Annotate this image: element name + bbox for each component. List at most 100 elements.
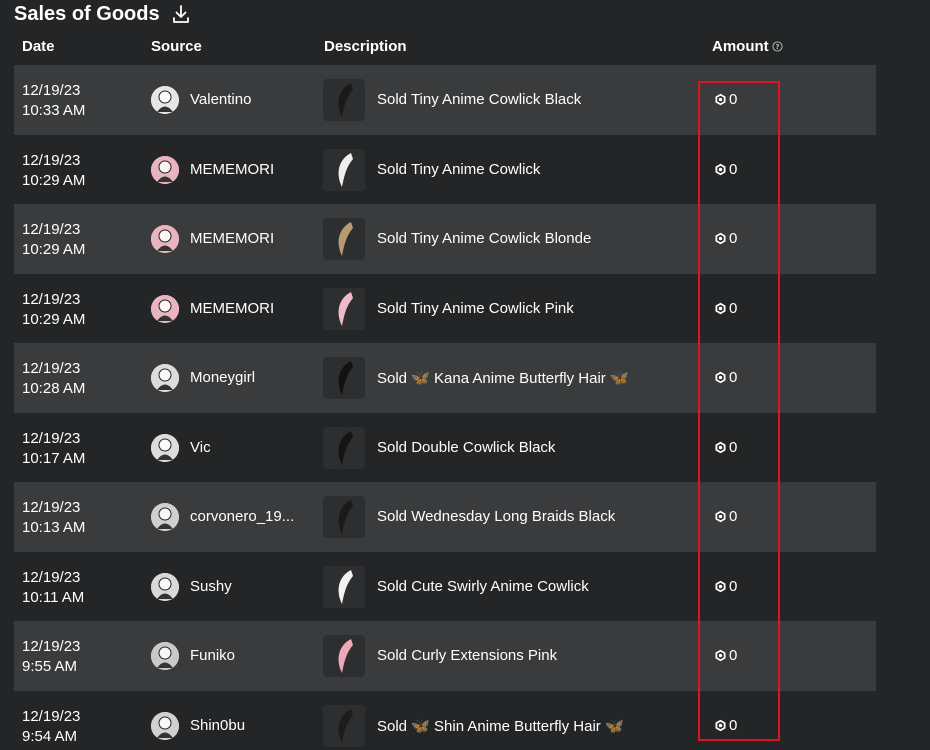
- sale-date: 12/19/23 10:13 AM: [22, 498, 85, 538]
- item-name-link[interactable]: Tiny Anime Cowlick Blonde: [411, 230, 591, 247]
- amount-value: 0: [729, 438, 738, 456]
- buyer-avatar[interactable]: [151, 503, 179, 531]
- buyer-name-link[interactable]: MEMEMORI: [190, 300, 274, 317]
- table-row: 12/19/23 9:54 AM Shin0bu Sold 🦋 Shin Anime …: [14, 690, 876, 750]
- sale-description: Sold Wednesday Long Braids Black: [377, 508, 615, 525]
- item-name-link[interactable]: Tiny Anime Cowlick Pink: [411, 300, 574, 317]
- amount-value: 0: [729, 299, 738, 317]
- item-thumbnail[interactable]: [323, 148, 365, 191]
- item-thumbnail[interactable]: [323, 357, 365, 399]
- table-row: 12/19/23 9:55 AM Funiko Sold Curly Extensio…: [14, 621, 876, 691]
- source-column-header: Source: [151, 38, 202, 55]
- robux-icon: [715, 302, 726, 314]
- item-thumbnail[interactable]: [323, 218, 365, 260]
- buyer-name-link[interactable]: Sushy: [190, 578, 232, 595]
- item-thumbnail[interactable]: [323, 79, 365, 121]
- sale-date: 12/19/23 10:28 AM: [22, 359, 85, 399]
- sale-date-time: 10:33 AM: [22, 102, 86, 119]
- buyer-name-link[interactable]: Moneygirl: [190, 369, 255, 386]
- item-name-link[interactable]: Wednesday Long Braids Black: [411, 508, 615, 525]
- buyer-avatar[interactable]: [151, 155, 179, 184]
- sale-date: 12/19/23 10:11 AM: [22, 568, 84, 608]
- amount-value: 0: [729, 577, 738, 595]
- sale-description: Sold 🦋 Kana Anime Butterfly Hair 🦋: [377, 369, 629, 387]
- buyer-avatar[interactable]: [151, 225, 179, 253]
- description-column-header: Description: [324, 38, 407, 55]
- buyer-name-link[interactable]: Vic: [190, 439, 211, 456]
- item-thumbnail[interactable]: [323, 704, 365, 747]
- sale-date: 12/19/23 9:55 AM: [22, 637, 80, 677]
- buyer-avatar[interactable]: [151, 294, 179, 323]
- download-icon[interactable]: [172, 4, 190, 24]
- item-thumbnail[interactable]: [323, 287, 365, 330]
- date-column-header: Date: [22, 38, 55, 55]
- sale-amount: 0: [714, 300, 737, 317]
- item-thumbnail[interactable]: [323, 496, 365, 538]
- sale-description: Sold Double Cowlick Black: [377, 439, 555, 456]
- sale-amount: 0: [714, 647, 737, 664]
- sale-verb: Sold: [377, 577, 408, 595]
- item-thumbnail[interactable]: [323, 565, 365, 608]
- sale-date: 12/19/23 10:33 AM: [22, 81, 85, 121]
- amount-value: 0: [729, 647, 738, 664]
- robux-icon: [715, 719, 726, 731]
- sale-date: 12/19/23 10:29 AM: [22, 151, 85, 191]
- sale-verb: Sold: [377, 508, 408, 525]
- buyer-avatar[interactable]: [151, 86, 179, 114]
- buyer-avatar[interactable]: [151, 642, 179, 670]
- buyer-avatar[interactable]: [151, 711, 179, 740]
- item-name-link[interactable]: 🦋 Kana Anime Butterfly Hair 🦋: [411, 370, 628, 387]
- buyer-avatar[interactable]: [151, 364, 179, 392]
- item-name-link[interactable]: Tiny Anime Cowlick: [411, 161, 540, 178]
- sale-date: 12/19/23 10:29 AM: [22, 220, 85, 260]
- robux-icon: [715, 510, 726, 523]
- sale-date-day: 12/19/23: [22, 499, 81, 516]
- sale-description: Sold Cute Swirly Anime Cowlick: [377, 578, 589, 595]
- amount-value: 0: [729, 91, 738, 108]
- table-row: 12/19/23 10:33 AM Valentino Sold Tiny Anime…: [14, 65, 876, 135]
- sale-amount: 0: [714, 508, 737, 525]
- item-name-link[interactable]: Tiny Anime Cowlick Black: [411, 91, 581, 108]
- buyer-name-link[interactable]: MEMEMORI: [190, 230, 274, 247]
- sale-date-time: 9:54 AM: [22, 727, 78, 745]
- item-thumbnail[interactable]: [323, 426, 365, 469]
- sale-date-day: 12/19/23: [22, 638, 81, 655]
- sale-date-time: 10:13 AM: [22, 519, 86, 536]
- buyer-avatar[interactable]: [151, 572, 179, 601]
- sale-verb: Sold: [377, 647, 408, 664]
- sale-date-time: 10:29 AM: [22, 310, 86, 328]
- buyer-avatar[interactable]: [151, 433, 179, 462]
- sale-amount: 0: [714, 578, 737, 595]
- sale-verb: Sold: [377, 438, 408, 456]
- sale-date: 12/19/23 10:17 AM: [22, 429, 85, 469]
- buyer-name-link[interactable]: MEMEMORI: [190, 161, 274, 178]
- sale-date-day: 12/19/23: [22, 151, 81, 169]
- buyer-name-link[interactable]: corvonero_19...: [190, 508, 294, 525]
- sale-date-day: 12/19/23: [22, 82, 81, 99]
- item-name-link[interactable]: 🦋 Shin Anime Butterfly Hair 🦋: [411, 718, 623, 735]
- sale-date: 12/19/23 10:29 AM: [22, 290, 85, 330]
- title-row: Sales of Goods: [14, 2, 190, 26]
- robux-icon: [715, 371, 726, 384]
- buyer-name-link[interactable]: Funiko: [190, 647, 235, 664]
- sale-date-day: 12/19/23: [22, 221, 81, 238]
- sale-verb: Sold: [377, 160, 408, 178]
- buyer-name-link[interactable]: Valentino: [190, 91, 251, 108]
- table-row: 12/19/23 10:17 AM Vic Sold Double Cowlick B…: [14, 412, 876, 482]
- amount-value: 0: [729, 160, 738, 178]
- item-name-link[interactable]: Double Cowlick Black: [411, 439, 555, 456]
- item-name-link[interactable]: Curly Extensions Pink: [411, 647, 557, 664]
- sale-verb: Sold: [377, 299, 408, 317]
- sales-of-goods-page: Sales of Goods Date Source Description A…: [0, 0, 930, 750]
- sale-date-time: 10:11 AM: [22, 588, 85, 606]
- item-name-link[interactable]: Cute Swirly Anime Cowlick: [411, 578, 589, 595]
- sale-date-time: 10:17 AM: [22, 449, 86, 467]
- table-row: 12/19/23 10:13 AM corvonero_19... Sold Wedn…: [14, 482, 876, 552]
- robux-icon: [715, 441, 726, 453]
- sale-date-time: 10:29 AM: [22, 171, 86, 189]
- table-header: Date Source Description Amount?: [0, 38, 930, 58]
- item-thumbnail[interactable]: [323, 635, 365, 677]
- sale-amount: 0: [714, 91, 737, 108]
- buyer-name-link[interactable]: Shin0bu: [190, 717, 245, 734]
- help-circle-icon[interactable]: ?: [772, 41, 783, 52]
